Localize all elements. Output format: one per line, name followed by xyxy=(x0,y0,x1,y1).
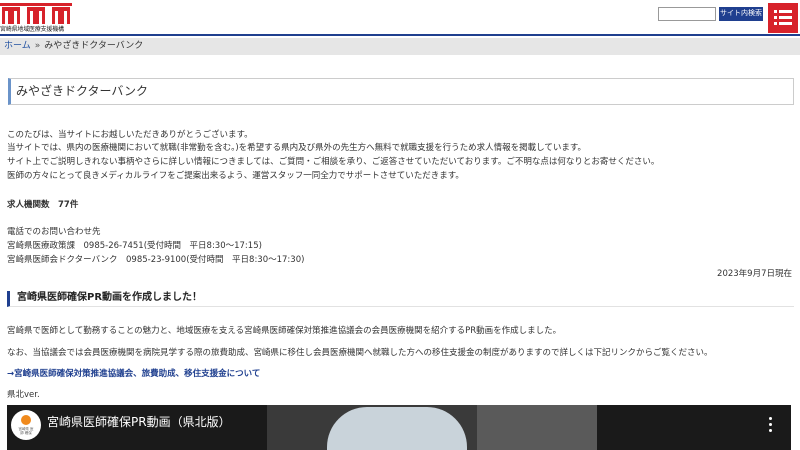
logo-text: 宮崎県地域医療支援機構 xyxy=(0,26,64,33)
breadcrumb: ホーム» みやざきドクターバンク xyxy=(0,38,800,55)
site-search-button[interactable]: サイト内検索 xyxy=(719,7,763,21)
page-title: みやざきドクターバンク xyxy=(16,84,149,98)
sun-icon xyxy=(21,415,31,425)
contact-medical-association: 宮崎県医師会ドクターバンク 0985-23-9100(受付時間 平日8:30〜1… xyxy=(7,255,305,265)
site-logo[interactable]: 宮崎県地域医療支援機構 xyxy=(0,3,72,33)
support-info-link[interactable]: →宮崎県医師確保対策推進協議会、旅費助成、移住支援金について xyxy=(7,368,260,380)
breadcrumb-home-link[interactable]: ホーム xyxy=(4,41,31,51)
section-paragraph-2: なお、当協議会では会員医療機関を病院見学する際の旅費助成、宮崎県に移住し会員医療… xyxy=(7,348,713,358)
section-heading: 宮崎県医師確保PR動画を作成しました！ xyxy=(7,291,794,307)
logo-mark xyxy=(0,3,72,24)
embedded-video-player[interactable]: 宮崎県 医師 確保 宮崎県医師確保PR動画（県北版） xyxy=(7,405,791,450)
intro-line-2: 当サイトでは、県内の医療機関において就職(非常勤を含む。)を希望する県内及び県外… xyxy=(7,143,587,153)
breadcrumb-current: みやざきドクターバンク xyxy=(44,41,144,51)
video-thumbnail-person xyxy=(327,407,467,450)
as-of-date: 2023年9月7日現在 xyxy=(717,269,792,279)
intro-line-4: 医師の方々にとって良きメディカルライフをご提案出来るよう、運営スタッフ一同全力で… xyxy=(7,171,464,181)
intro-line-1: このたびは、当サイトにお越しいただきありがとうございます。 xyxy=(7,130,253,140)
breadcrumb-separator: » xyxy=(34,41,41,51)
channel-avatar-label: 宮崎県 医師 確保 xyxy=(18,427,34,435)
section-paragraph-1: 宮崎県で医師として勤務することの魅力と、地域医療を支える宮崎県医師確保対策推進協… xyxy=(7,326,562,336)
hamburger-menu-icon[interactable] xyxy=(768,3,798,33)
site-search-input[interactable] xyxy=(658,7,716,21)
contact-prefecture: 宮崎県医療政策課 0985-26-7451(受付時間 平日8:30〜17:15) xyxy=(7,241,262,251)
video-thumbnail-shade xyxy=(477,405,597,450)
contact-heading: 電話でのお問い合わせ先 xyxy=(7,227,101,237)
intro-line-3: サイト上でご説明しきれない事柄やさらに詳しい情報につきましては、ご質問・ご相談を… xyxy=(7,157,660,167)
page-title-box: みやざきドクターバンク xyxy=(8,78,794,105)
video-title[interactable]: 宮崎県医師確保PR動画（県北版） xyxy=(47,414,231,430)
channel-avatar[interactable]: 宮崎県 医師 確保 xyxy=(11,410,41,440)
site-header: 宮崎県地域医療支援機構 サイト内検索 xyxy=(0,0,800,36)
more-vertical-icon[interactable] xyxy=(769,417,773,433)
section-heading-text: 宮崎県医師確保PR動画を作成しました！ xyxy=(17,292,203,303)
job-count: 求人機関数 77件 xyxy=(7,200,79,210)
video-label: 県北ver. xyxy=(7,390,40,400)
